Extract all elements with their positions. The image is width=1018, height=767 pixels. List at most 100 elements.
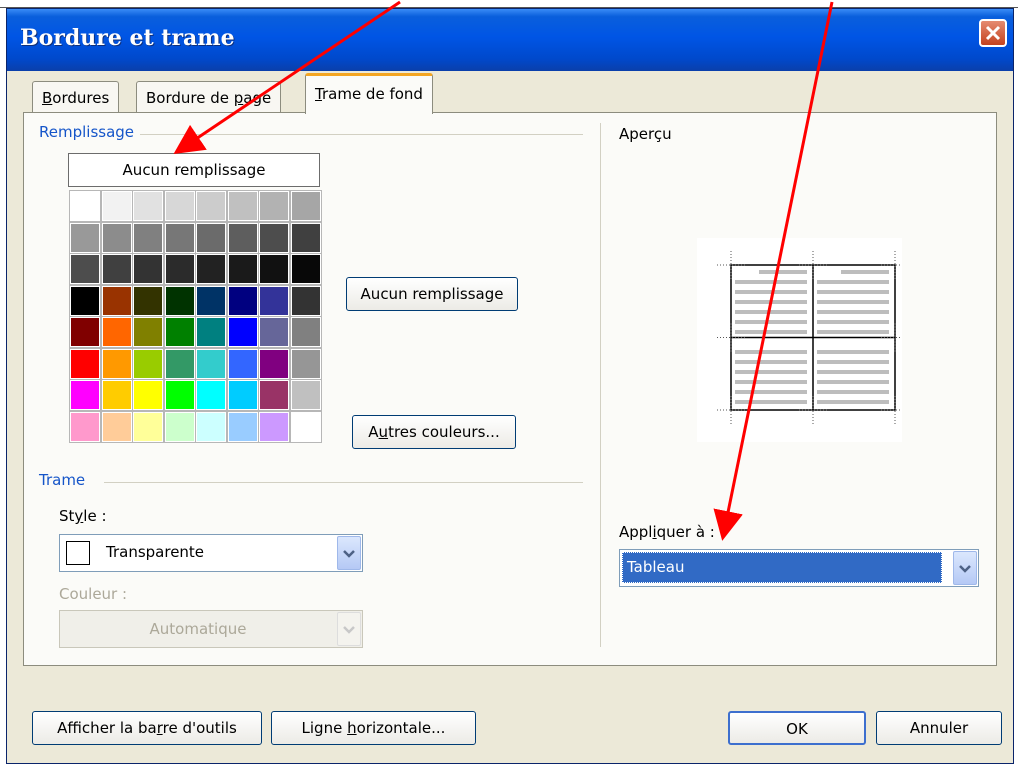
color-swatch[interactable] — [258, 379, 290, 411]
style-dropdown-arrow[interactable] — [337, 536, 361, 570]
color-swatch[interactable] — [289, 253, 322, 285]
color-swatch[interactable] — [258, 316, 290, 348]
color-swatch[interactable] — [69, 221, 101, 254]
preview-text-line — [735, 280, 807, 284]
color-swatch[interactable] — [226, 316, 259, 348]
color-swatch[interactable] — [195, 221, 227, 254]
color-swatch[interactable] — [289, 410, 322, 443]
cancel-button[interactable]: Annuler — [876, 711, 1002, 745]
preview-text-line — [735, 360, 807, 364]
color-swatch[interactable] — [100, 316, 133, 348]
color-swatch[interactable] — [195, 347, 227, 380]
color-swatch[interactable] — [100, 221, 133, 254]
color-swatch[interactable] — [163, 379, 196, 411]
color-swatch[interactable] — [132, 347, 164, 380]
color-swatch[interactable] — [69, 379, 101, 411]
preview-text-line — [735, 290, 807, 294]
preview-text-line — [817, 390, 889, 394]
color-swatch[interactable] — [100, 347, 133, 380]
color-select: Automatique — [59, 610, 363, 648]
color-swatch[interactable] — [226, 410, 259, 443]
color-swatch[interactable] — [163, 284, 196, 317]
apply-to-label: Appliquer à : — [619, 523, 715, 541]
color-swatch[interactable] — [258, 190, 290, 222]
color-swatch[interactable] — [226, 347, 259, 380]
color-swatch[interactable] — [163, 253, 196, 285]
color-swatch[interactable] — [289, 316, 322, 348]
preview-text-line — [759, 270, 807, 274]
no-fill-button[interactable]: Aucun remplissage — [346, 277, 518, 311]
preview-text-line — [817, 300, 889, 304]
color-swatch[interactable] — [163, 410, 196, 443]
tab-bordures[interactable]: Bordures — [32, 81, 120, 114]
color-swatch[interactable] — [258, 284, 290, 317]
color-swatch[interactable] — [69, 284, 101, 317]
horizontal-line-button[interactable]: Ligne horizontale... — [271, 711, 476, 745]
color-swatch[interactable] — [100, 379, 133, 411]
color-swatch[interactable] — [289, 347, 322, 380]
color-swatch[interactable] — [132, 221, 164, 254]
no-fill-cell[interactable]: Aucun remplissage — [68, 153, 320, 187]
color-swatch[interactable] — [100, 284, 133, 317]
color-swatch[interactable] — [69, 347, 101, 380]
color-swatch[interactable] — [289, 221, 322, 254]
color-swatch[interactable] — [195, 253, 227, 285]
color-swatch[interactable] — [226, 253, 259, 285]
apply-to-select[interactable]: Tableau — [619, 549, 979, 587]
color-swatch[interactable] — [258, 347, 290, 380]
tab-panel: Remplissage Aucun remplissage Aucun remp… — [23, 112, 997, 666]
color-swatch[interactable] — [226, 379, 259, 411]
color-swatch[interactable] — [289, 284, 322, 317]
color-swatch[interactable] — [69, 316, 101, 348]
color-swatch[interactable] — [132, 410, 164, 443]
close-button[interactable] — [979, 19, 1007, 47]
color-swatch[interactable] — [195, 410, 227, 443]
color-swatch[interactable] — [195, 190, 227, 222]
color-swatch[interactable] — [132, 379, 164, 411]
chevron-down-icon — [343, 626, 355, 634]
tab-bordure-de-page[interactable]: Bordure de page — [136, 81, 282, 114]
color-swatch[interactable] — [289, 190, 322, 222]
color-swatch[interactable] — [69, 190, 101, 222]
color-swatch[interactable] — [100, 410, 133, 443]
preview-text-line — [817, 360, 889, 364]
color-swatch[interactable] — [132, 253, 164, 285]
preview-text-line — [817, 370, 889, 374]
color-swatch[interactable] — [195, 379, 227, 411]
ok-button[interactable]: OK — [728, 711, 866, 745]
color-swatch[interactable] — [258, 253, 290, 285]
show-toolbar-button[interactable]: Afficher la barre d'outils — [32, 711, 262, 745]
color-swatch[interactable] — [132, 284, 164, 317]
color-swatch[interactable] — [132, 316, 164, 348]
color-swatch[interactable] — [289, 379, 322, 411]
color-swatch[interactable] — [69, 253, 101, 285]
tab-trame-de-fond[interactable]: Trame de fond — [305, 73, 433, 114]
color-swatch[interactable] — [100, 190, 133, 222]
color-swatch[interactable] — [258, 410, 290, 443]
apply-to-dropdown-arrow[interactable] — [953, 551, 977, 585]
preview-text-line — [841, 270, 889, 274]
preview-text-line — [735, 350, 807, 354]
color-swatch[interactable] — [226, 221, 259, 254]
group-divider — [104, 482, 583, 483]
pattern-section-label: Trame — [39, 471, 92, 489]
preview-text-line — [735, 370, 807, 374]
color-swatch[interactable] — [163, 316, 196, 348]
color-swatch[interactable] — [132, 190, 164, 222]
color-swatch[interactable] — [69, 410, 101, 443]
color-swatch[interactable] — [195, 316, 227, 348]
color-swatch[interactable] — [258, 221, 290, 254]
more-colors-button[interactable]: Autres couleurs... — [352, 415, 516, 449]
color-swatch[interactable] — [163, 221, 196, 254]
preview-text-line — [735, 400, 807, 404]
color-swatch[interactable] — [163, 190, 196, 222]
preview-text-line — [817, 380, 889, 384]
style-select[interactable]: Transparente — [59, 534, 363, 572]
color-swatch[interactable] — [163, 347, 196, 380]
color-swatch[interactable] — [195, 284, 227, 317]
style-swatch — [66, 541, 90, 565]
top-rule — [0, 0, 1018, 8]
color-swatch[interactable] — [226, 284, 259, 317]
color-swatch[interactable] — [100, 253, 133, 285]
color-swatch[interactable] — [226, 190, 259, 222]
